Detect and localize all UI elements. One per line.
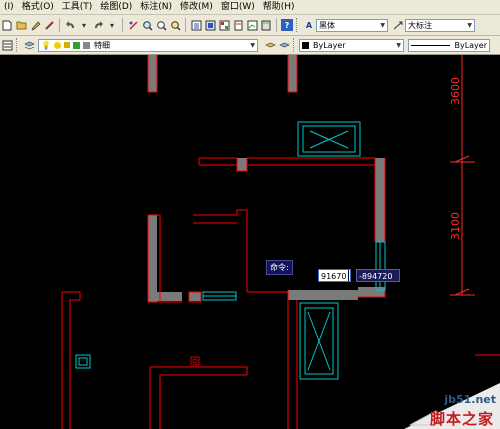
dimension-style-value: 大标注 [408,20,432,30]
watermark-brand: 脚本之家 [429,410,494,428]
brush-icon[interactable] [43,19,55,31]
menu-item-help[interactable]: 帮助(H) [259,0,299,14]
menu-item-format[interactable]: 格式(O) [18,0,58,14]
zoom-previous-icon[interactable] [169,19,181,31]
layer-combo-value: 特细 [93,40,110,50]
color-combo-value: ByLayer [313,40,346,50]
dimension-text-lower: 3100 [449,212,462,240]
toolbar-separator [122,18,123,32]
layers-toolbar: 💡 特细 ▼ ByLayer ▼ ByLayer [0,36,500,55]
linetype-preview [411,44,451,46]
zoom-window-icon[interactable] [155,19,167,31]
menu-item-dimension[interactable]: 标注(N) [136,0,176,14]
color-combo[interactable]: ByLayer ▼ [299,38,404,52]
command-prompt-label: 命令: [266,260,293,275]
zoom-realtime-icon[interactable] [141,19,153,31]
linetype-combo-value: ByLayer [454,40,487,50]
unlock-icon[interactable] [63,42,70,48]
chevron-down-icon: ▼ [396,41,401,49]
layer-combo[interactable]: 💡 特细 ▼ [38,38,258,52]
menu-item-draw[interactable]: 绘图(D) [96,0,136,14]
redo-icon[interactable] [92,19,104,31]
toolbar-separator [59,18,60,32]
lightbulb-icon[interactable]: 💡 [41,41,51,50]
color-swatch [302,41,309,49]
toolbar-grip[interactable] [296,18,300,32]
linetype-combo[interactable]: ByLayer [408,38,490,52]
layer-manager-icon[interactable] [1,39,13,51]
calculator-icon[interactable] [260,19,272,31]
watermark-site: jb51.net [444,393,496,406]
toolbar-grip[interactable] [293,38,297,52]
pan-icon[interactable] [127,19,139,31]
layer-previous-icon[interactable] [278,39,290,51]
layer-color-swatch [82,41,90,49]
x-coordinate-input[interactable]: 91670 [318,269,351,282]
text-style-icon[interactable]: A [303,19,315,31]
open-icon[interactable] [15,19,27,31]
chevron-down-icon: ▼ [380,21,385,29]
pencil-icon[interactable] [29,19,41,31]
dimension-style-icon[interactable] [392,19,404,31]
new-icon[interactable] [1,19,13,31]
input-cursor [348,270,349,281]
watermark: jb51.net 脚本之家 [370,381,500,429]
font-combo-value: 黑体 [319,20,335,30]
help-icon[interactable]: ? [281,19,293,31]
menu-item-window[interactable]: 窗口(W) [217,0,259,14]
drawing-canvas[interactable]: 3600 3100 命令: 91670 -894720 [0,55,500,429]
undo-icon[interactable] [64,19,76,31]
menu-item-tools[interactable]: 工具(T) [58,0,97,14]
toolbar-grip[interactable] [16,38,20,52]
toolbar-separator [276,18,277,32]
toolbar-separator [185,18,186,32]
design-center-icon[interactable] [204,19,216,31]
chevron-down-icon: ▼ [467,21,472,29]
undo-dropdown-icon[interactable]: ▾ [78,19,90,31]
layer-states-icon[interactable] [23,39,35,51]
chevron-down-icon: ▼ [250,41,255,49]
menu-item-modify[interactable]: 修改(M) [176,0,217,14]
standard-toolbar: ▾ ▾ ? A 黑体 ▼ 大标注 ▼ [0,15,500,36]
dimension-text-upper: 3600 [449,77,462,105]
plot-icon[interactable] [72,41,80,49]
menu-item-window-left[interactable]: (I) [0,0,18,14]
floor-plan-lines [61,55,500,429]
properties-icon[interactable] [190,19,202,31]
sheet-set-icon[interactable] [232,19,244,31]
markup-icon[interactable] [246,19,258,31]
redo-dropdown-icon[interactable]: ▾ [106,19,118,31]
make-current-layer-icon[interactable] [264,39,276,51]
menu-bar: (I) 格式(O) 工具(T) 绘图(D) 标注(N) 修改(M) 窗口(W) … [0,0,500,15]
y-coordinate-input[interactable]: -894720 [356,269,400,282]
dimension-style-combo[interactable]: 大标注 ▼ [405,18,475,32]
sun-icon[interactable] [53,41,61,49]
tool-palettes-icon[interactable] [218,19,230,31]
font-combo[interactable]: 黑体 ▼ [316,18,388,32]
